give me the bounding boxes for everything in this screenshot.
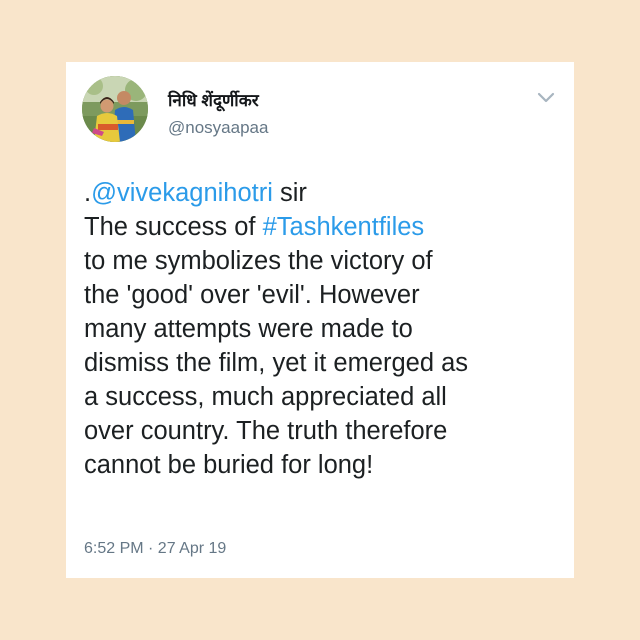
tweet-card: निधि शेंदूर्णीकर @nosyaapaa .@vivekagnih… [66,62,574,578]
tweet-text: .@vivekagnihotri sir The success of #Tas… [84,176,564,482]
tweet-line: cannot be buried for long! [84,451,374,479]
tweet-line-text: The success of [84,213,263,241]
chevron-down-icon-graphic [537,92,555,103]
mention-link[interactable]: @vivekagnihotri [91,179,273,207]
tweet-line: over country. The truth therefore [84,417,448,445]
chevron-down-icon[interactable] [537,91,555,105]
avatar[interactable] [82,76,148,142]
tweet-line: dismiss the film, yet it emerged as [84,349,469,377]
tweet-timestamp[interactable]: 6:52 PM · 27 Apr 19 [84,540,226,558]
user-handle[interactable]: @nosyaapaa [168,118,268,138]
hashtag-link[interactable]: #Tashkentfiles [263,213,425,241]
tweet-line: many attempts were made to [84,315,413,343]
tweet-line: a success, much appreciated all [84,383,447,411]
tweet-line-text: sir [272,179,307,207]
display-name[interactable]: निधि शेंदूर्णीकर [168,88,259,111]
tweet-line: to me symbolizes the victory of [84,247,433,275]
tweet-line: .@vivekagnihotri sir [84,176,564,210]
tweet-line: the 'good' over 'evil'. However [84,281,420,309]
tweet-line: The success of #Tashkentfiles [84,210,564,244]
profile-photo [82,76,148,142]
